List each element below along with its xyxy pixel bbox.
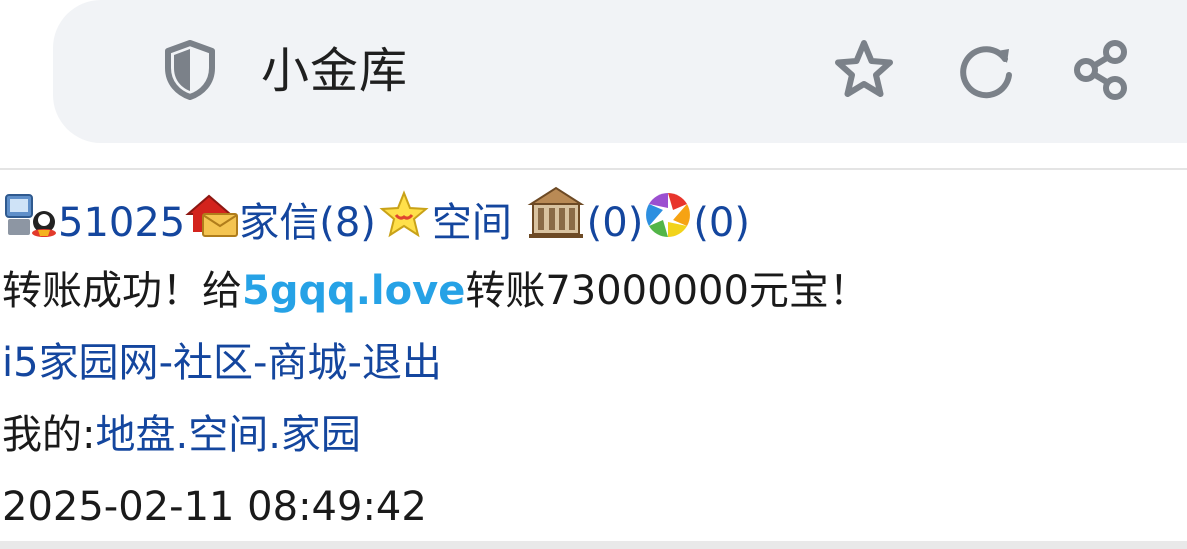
mail-link[interactable]: 家信(8) [239, 200, 376, 246]
nav-separator: - [158, 340, 173, 386]
bookmark-button[interactable] [830, 36, 898, 104]
reload-icon [960, 46, 1012, 99]
star-icon [835, 40, 893, 97]
reload-button[interactable] [952, 36, 1020, 104]
user-id-link[interactable]: 51025 [58, 200, 185, 246]
home-link[interactable]: i5家园网 [2, 340, 159, 386]
space-link[interactable]: 空间 [432, 200, 512, 246]
recipient-name: 5gqq.love [242, 268, 466, 314]
share-button[interactable] [1068, 36, 1136, 104]
community-link[interactable]: 社区 [173, 340, 253, 386]
transfer-message: 转账成功！给5gqq.love转账73000000元宝！ [2, 266, 869, 316]
mall-link[interactable]: 商城 [267, 340, 347, 386]
share-icon [1074, 40, 1127, 100]
bottom-divider [0, 541, 1187, 549]
house-mail-icon [185, 194, 239, 237]
status-line: 51025 家信(8) 空间 (0) (0) [2, 184, 750, 248]
shield-icon[interactable] [163, 40, 217, 100]
page-title: 小金库 [261, 43, 409, 99]
building-icon [527, 186, 585, 238]
browser-toolbar: 小金库 [0, 0, 1187, 163]
mine-label: 我的: [2, 412, 96, 458]
nav-separator: - [347, 340, 362, 386]
mine-links: 我的:地盘.空间.家园 [2, 410, 361, 460]
dot-separator: . [175, 412, 189, 458]
album-count-link[interactable]: (0) [693, 200, 750, 246]
my-space-link[interactable]: 空间 [188, 412, 268, 458]
logout-link[interactable]: 退出 [362, 340, 442, 386]
message-prefix: 转账成功！给 [2, 268, 242, 314]
nav-links: i5家园网-社区-商城-退出 [2, 338, 442, 388]
building-count-link[interactable]: (0) [587, 200, 644, 246]
aperture-icon [646, 193, 691, 237]
nav-separator: - [253, 340, 268, 386]
timestamp: 2025-02-11 08:49:42 [2, 484, 427, 530]
land-link[interactable]: 地盘 [95, 412, 175, 458]
user-computer-icon [5, 194, 56, 237]
star-badge-icon [379, 190, 429, 238]
page-content: 51025 家信(8) 空间 (0) (0) 转账成功！给5gqq.love转账… [0, 168, 1187, 544]
my-home-link[interactable]: 家园 [281, 412, 361, 458]
dot-separator: . [268, 412, 281, 458]
message-suffix: 转账73000000元宝！ [465, 268, 869, 314]
